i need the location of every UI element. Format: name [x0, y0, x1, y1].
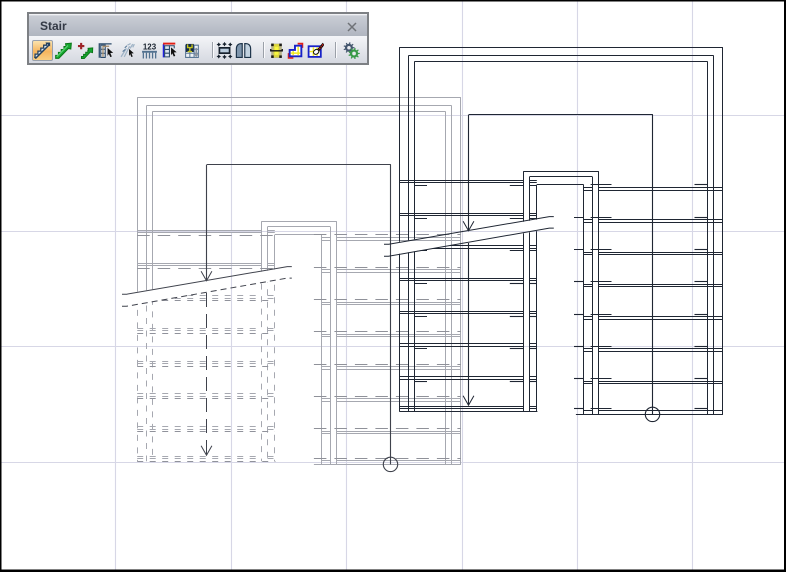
svg-text:123: 123 [143, 42, 157, 51]
